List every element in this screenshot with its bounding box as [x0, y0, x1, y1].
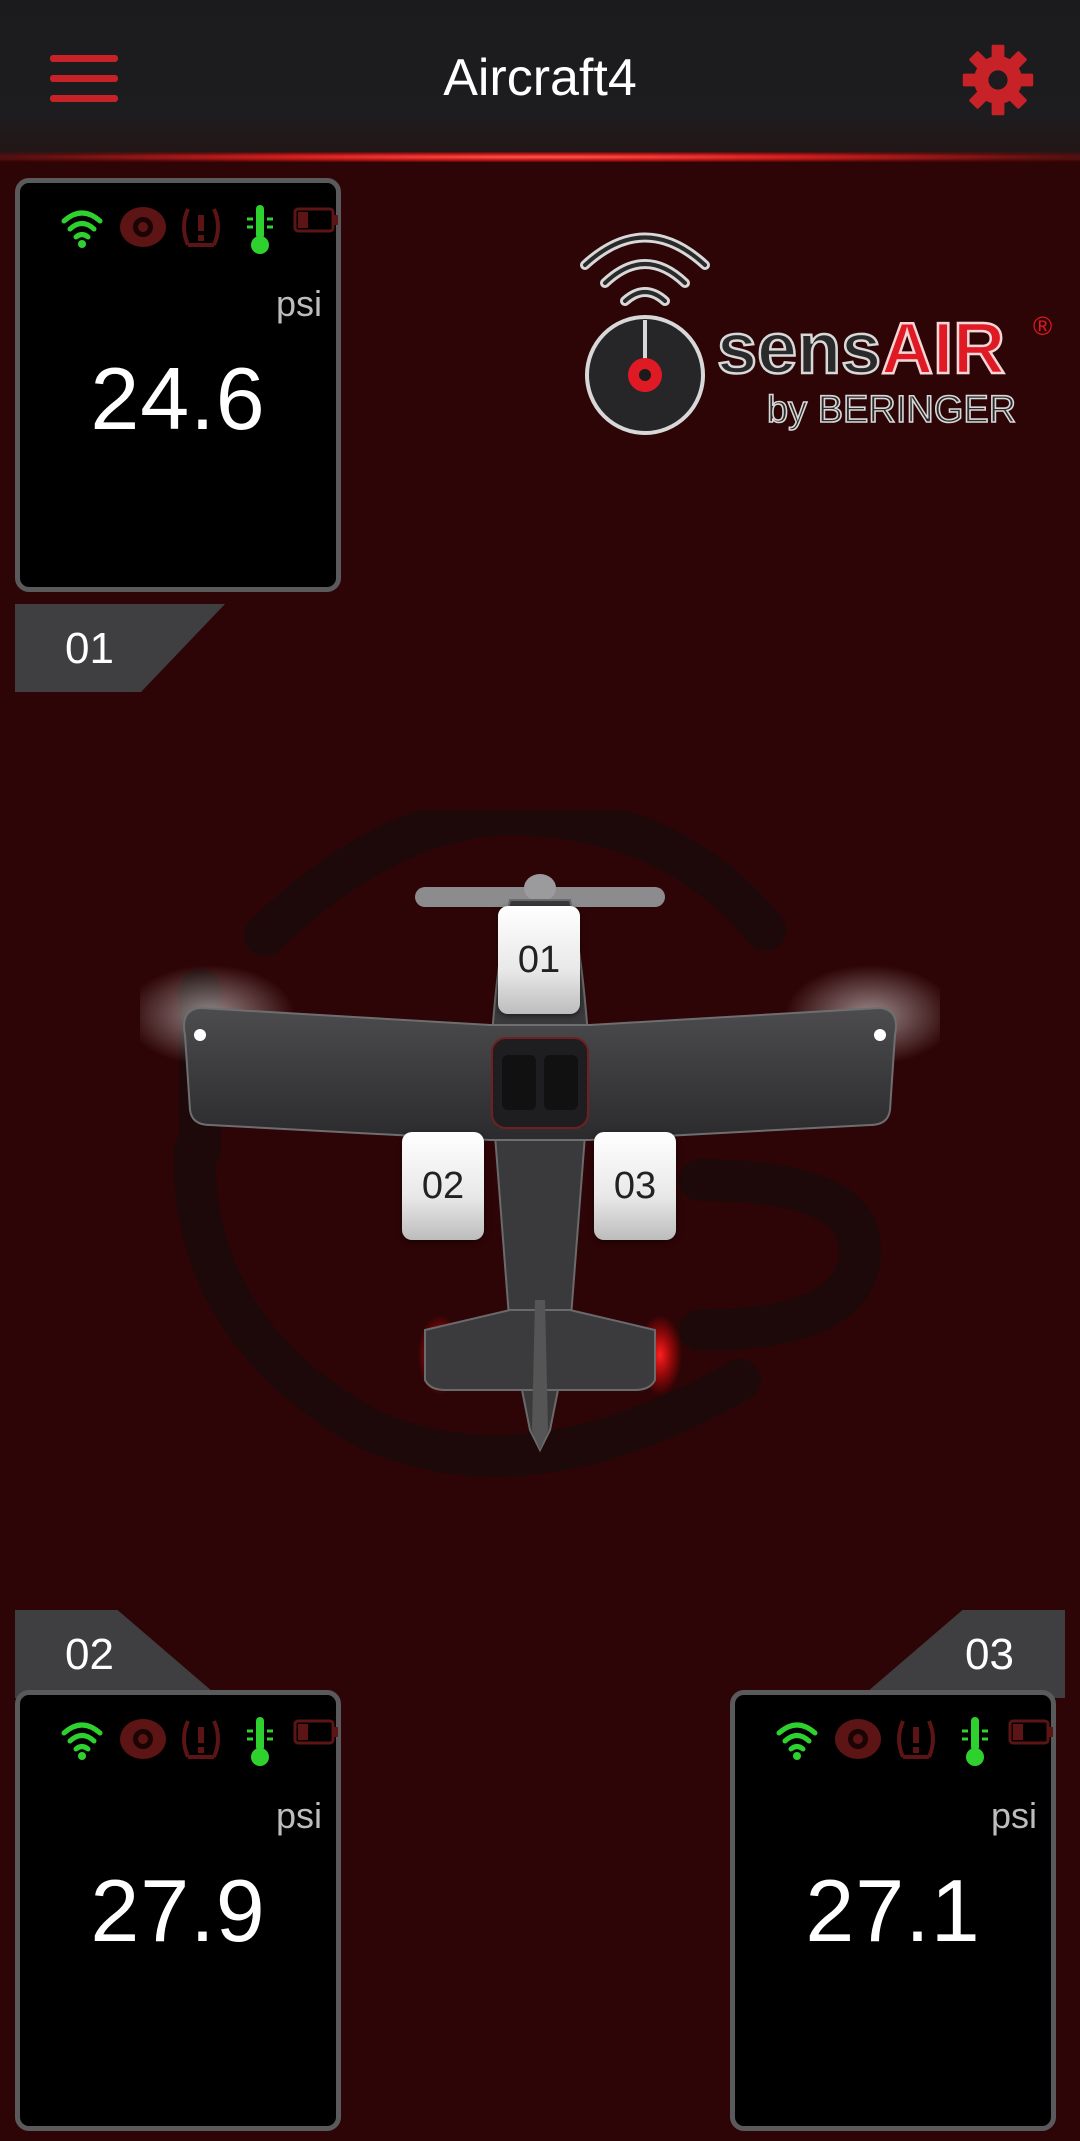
logo-registered-mark: ® [1033, 311, 1052, 341]
wheel-badge-03[interactable]: 03 [594, 1132, 676, 1240]
battery-icon [1008, 1719, 1053, 1745]
thermometer-icon [247, 1717, 273, 1766]
thermometer-icon [247, 205, 273, 254]
tire-pressure-warning-icon [182, 1720, 220, 1759]
sensor-id-label: 03 [965, 1630, 1014, 1679]
sensair-logo: sensAIR ® by BERINGER [575, 215, 1055, 445]
logo-byline: by BERINGER [767, 389, 1016, 431]
sensor-tag-01: 01 [15, 604, 225, 692]
sensor-card-01[interactable]: psi 24.6 [15, 178, 341, 592]
wifi-icon [61, 1722, 103, 1760]
pressure-unit: psi [990, 1795, 1037, 1836]
sensor-card-03[interactable]: psi 27.1 [730, 1690, 1056, 2131]
wifi-icon [61, 210, 103, 248]
status-icons [38, 1717, 338, 1767]
tire-icon [120, 1719, 166, 1759]
tire-pressure-warning-icon [897, 1720, 935, 1759]
tire-pressure-warning-icon [182, 208, 220, 247]
page-title: Aircraft4 [443, 49, 637, 107]
sensor-tag-02: 02 [15, 1610, 220, 1698]
app-header: Aircraft4 [0, 0, 1080, 160]
battery-icon [293, 1719, 338, 1745]
thermometer-icon [962, 1717, 988, 1766]
sensor-card-02[interactable]: psi 27.9 [15, 1690, 341, 2131]
pressure-unit: psi [275, 1795, 322, 1836]
logo-brand-text: sensAIR [717, 309, 1005, 389]
tire-icon [835, 1719, 881, 1759]
gear-icon[interactable] [958, 40, 1038, 120]
sensor-id-label: 02 [65, 1630, 114, 1679]
wheel-badge-01[interactable]: 01 [498, 906, 580, 1014]
tire-icon [120, 207, 166, 247]
battery-icon [293, 207, 338, 233]
sensor-id-label: 01 [65, 624, 114, 673]
header-glow-line [0, 152, 1080, 162]
status-icons [753, 1717, 1053, 1767]
status-icons [38, 205, 338, 255]
wheel-badge-02[interactable]: 02 [402, 1132, 484, 1240]
pressure-unit: psi [275, 283, 322, 324]
pressure-value: 24.6 [90, 349, 266, 448]
pressure-value: 27.1 [805, 1861, 981, 1960]
wifi-icon [776, 1722, 818, 1760]
aircraft-diagram: 01 02 03 [125, 793, 955, 1500]
sensor-tag-03: 03 [860, 1610, 1065, 1698]
pressure-value: 27.9 [90, 1861, 266, 1960]
